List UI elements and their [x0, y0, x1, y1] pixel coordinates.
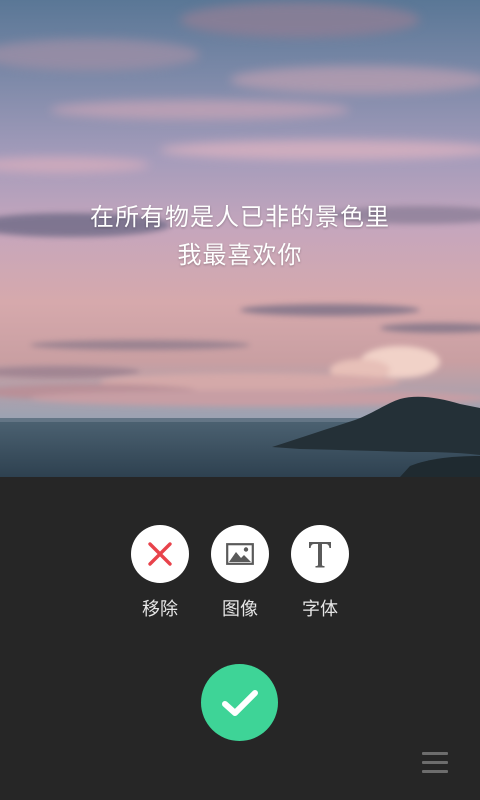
close-icon [148, 542, 172, 566]
caption-line-1: 在所有物是人已非的景色里 [90, 203, 390, 231]
confirm-button[interactable] [201, 664, 278, 741]
menu-icon-bar [422, 752, 448, 755]
image-button[interactable] [211, 525, 269, 583]
quote-caption: 在所有物是人已非的景色里 我最喜欢你 [0, 198, 480, 274]
checkmark-icon [221, 689, 258, 716]
image-icon [226, 543, 254, 565]
caption-line-2: 我最喜欢你 [177, 241, 303, 269]
menu-icon-bar [422, 761, 448, 764]
remove-button[interactable] [131, 525, 189, 583]
text-icon [309, 542, 331, 568]
image-label: 图像 [222, 599, 258, 620]
remove-tool: 移除 [130, 525, 190, 620]
image-tool: 图像 [210, 525, 270, 620]
font-tool: 字体 [290, 525, 350, 620]
remove-label: 移除 [142, 599, 178, 620]
menu-icon[interactable] [422, 752, 448, 774]
font-button[interactable] [291, 525, 349, 583]
edit-panel: 移除 图像 字体 [0, 477, 480, 800]
menu-icon-bar [422, 770, 448, 773]
font-label: 字体 [302, 599, 338, 620]
